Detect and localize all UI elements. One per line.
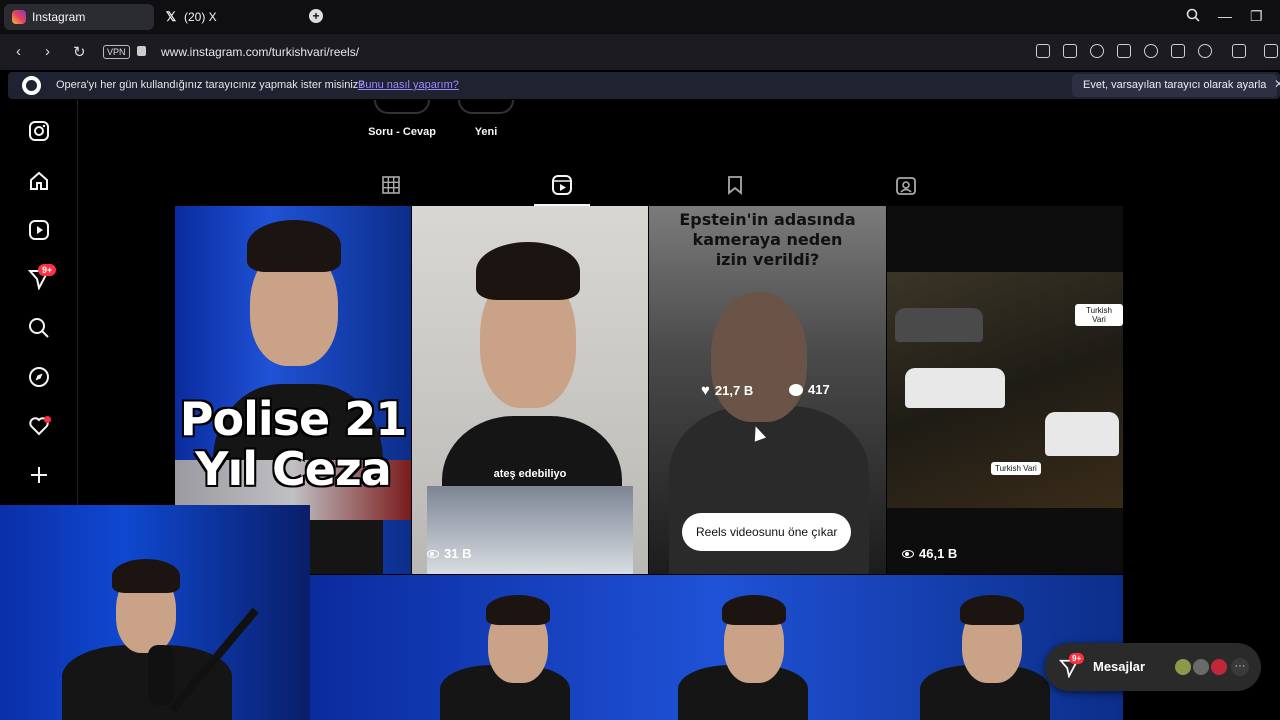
highlight-label: Soru - Cevap xyxy=(368,126,436,138)
messages-badge: 9+ xyxy=(38,264,57,276)
reel-overlay-text: Polise 21 xyxy=(179,392,407,446)
tab-instagram[interactable]: Instagram xyxy=(4,4,154,30)
avatar xyxy=(1191,657,1211,677)
heart-icon[interactable] xyxy=(1144,44,1158,58)
minimize-button[interactable]: — xyxy=(1218,8,1232,24)
highlight-soru-cevap[interactable]: Soru - Cevap xyxy=(366,100,438,138)
reels-row-2 xyxy=(310,575,1123,720)
lock-icon[interactable] xyxy=(137,46,146,56)
eye-icon xyxy=(427,549,439,558)
heart-icon: ♥ xyxy=(701,382,710,399)
comments-count: 417 xyxy=(808,382,830,397)
messages-label: Mesajlar xyxy=(1093,659,1146,674)
posts-grid-icon[interactable] xyxy=(380,174,402,196)
highlight-yeni[interactable]: Yeni xyxy=(450,100,522,138)
default-browser-infobar: Opera'yı her gün kullandığınız tarayıcın… xyxy=(8,72,1280,99)
instagram-favicon-icon xyxy=(12,10,26,24)
reel-thumbnail[interactable]: Turkish Vari Turkish Vari 46,1 B xyxy=(887,206,1123,574)
x-favicon-icon: 𝕏 xyxy=(165,9,177,24)
back-button[interactable]: ‹ xyxy=(16,43,21,60)
person-shirt xyxy=(62,645,232,720)
explore-compass-icon[interactable] xyxy=(28,366,50,388)
tagged-icon[interactable] xyxy=(895,174,917,196)
play-icon[interactable] xyxy=(1117,44,1131,58)
reels-icon[interactable] xyxy=(28,219,50,241)
views-count: 46,1 B xyxy=(919,546,958,561)
browser-tab-bar: Instagram 𝕏 (20) X + — ❐ xyxy=(0,0,1280,34)
restore-button[interactable]: ❐ xyxy=(1250,8,1263,25)
set-default-button[interactable]: Evet, varsayılan tarayıcı olarak ayarla xyxy=(1072,74,1278,97)
reel-top-caption: Epstein'in adasında kameraya neden izin … xyxy=(679,210,856,269)
person-hair xyxy=(247,220,341,272)
extensions-icon[interactable] xyxy=(1232,44,1246,58)
infobar-help-link[interactable]: Bunu nasıl yaparım? xyxy=(358,79,459,91)
microphone-icon xyxy=(148,645,174,705)
search-icon[interactable] xyxy=(28,317,50,339)
messages-button[interactable]: 9+ Mesajlar ··· xyxy=(1045,643,1261,691)
highlight-ring xyxy=(374,100,430,114)
reels-grid: Polise 21 Yıl Ceza ateş edebiliyo 31 B E… xyxy=(175,206,1123,720)
tab-label: (20) X xyxy=(184,10,217,24)
saved-bookmark-icon[interactable] xyxy=(724,174,746,196)
profile-tabs xyxy=(175,168,1123,206)
tab-x[interactable]: 𝕏 (20) X xyxy=(156,4,306,30)
opera-logo-icon xyxy=(22,76,41,95)
reload-button[interactable]: ↻ xyxy=(73,43,86,61)
adblock-icon[interactable] xyxy=(1090,44,1104,58)
search-icon[interactable] xyxy=(1186,8,1200,22)
home-icon[interactable] xyxy=(28,170,50,192)
reel-thumbnail[interactable]: Epstein'in adasında kameraya neden izin … xyxy=(649,206,886,574)
tab-label: Instagram xyxy=(32,10,86,24)
highlight-label: Yeni xyxy=(474,126,498,138)
reel-overlay-text: Yıl Ceza xyxy=(195,442,392,496)
comment-icon xyxy=(789,383,803,396)
instagram-logo-icon[interactable] xyxy=(28,120,50,142)
reel-comments: 417 xyxy=(789,382,830,397)
car xyxy=(905,368,1005,408)
reel-thumbnail[interactable]: ateş edebiliyo 31 B xyxy=(412,206,648,574)
person-hair xyxy=(476,242,580,300)
url-field[interactable]: www.instagram.com/turkishvari/reels/ xyxy=(161,45,359,59)
address-bar: ‹ › ↻ VPN www.instagram.com/turkishvari/… xyxy=(0,34,1280,70)
turkishvari-watermark: Turkish Vari xyxy=(991,462,1041,475)
views-count: 31 B xyxy=(444,546,472,561)
more-icon: ··· xyxy=(1231,658,1249,676)
avatar xyxy=(1209,657,1229,677)
car xyxy=(1045,412,1119,456)
avatar xyxy=(1173,657,1193,677)
eye-icon xyxy=(902,549,914,558)
camera-icon[interactable] xyxy=(1063,44,1077,58)
person-hair xyxy=(960,595,1024,625)
forward-button[interactable]: › xyxy=(45,43,50,60)
close-icon[interactable]: ✕ xyxy=(1274,77,1280,91)
create-plus-icon[interactable] xyxy=(28,464,50,486)
webcam-overlay xyxy=(0,505,310,720)
reel-views: 31 B xyxy=(427,546,471,561)
turkishvari-watermark: Turkish Vari xyxy=(1075,304,1123,326)
night-scene: Turkish Vari Turkish Vari xyxy=(887,272,1123,508)
person-hair xyxy=(722,595,786,625)
pin-reel-tooltip[interactable]: Reels videosunu öne çıkar xyxy=(682,513,852,551)
highlight-ring xyxy=(458,100,514,114)
person-hair xyxy=(112,559,180,593)
reel-views: 46,1 B xyxy=(902,546,957,561)
reels-tab-icon[interactable] xyxy=(551,174,573,196)
notification-dot xyxy=(44,416,51,423)
person-face xyxy=(711,292,807,422)
vpn-badge[interactable]: VPN xyxy=(103,45,130,59)
likes-count: 21,7 B xyxy=(714,383,754,398)
reel-caption: ateş edebiliyo xyxy=(493,468,567,480)
new-tab-button[interactable]: + xyxy=(309,9,323,23)
reel-likes: ♥ 21,7 B xyxy=(701,382,753,399)
car xyxy=(895,308,983,342)
person-hair xyxy=(486,595,550,625)
messages-badge: 9+ xyxy=(1069,653,1085,664)
settings-icon[interactable] xyxy=(1171,44,1185,58)
infobar-message: Opera'yı her gün kullandığınız tarayıcın… xyxy=(56,79,365,91)
aria-icon[interactable] xyxy=(1264,44,1278,58)
profile-icon[interactable] xyxy=(1198,44,1212,58)
toolbar-icons xyxy=(1036,44,1212,58)
edit-icon[interactable] xyxy=(1036,44,1050,58)
